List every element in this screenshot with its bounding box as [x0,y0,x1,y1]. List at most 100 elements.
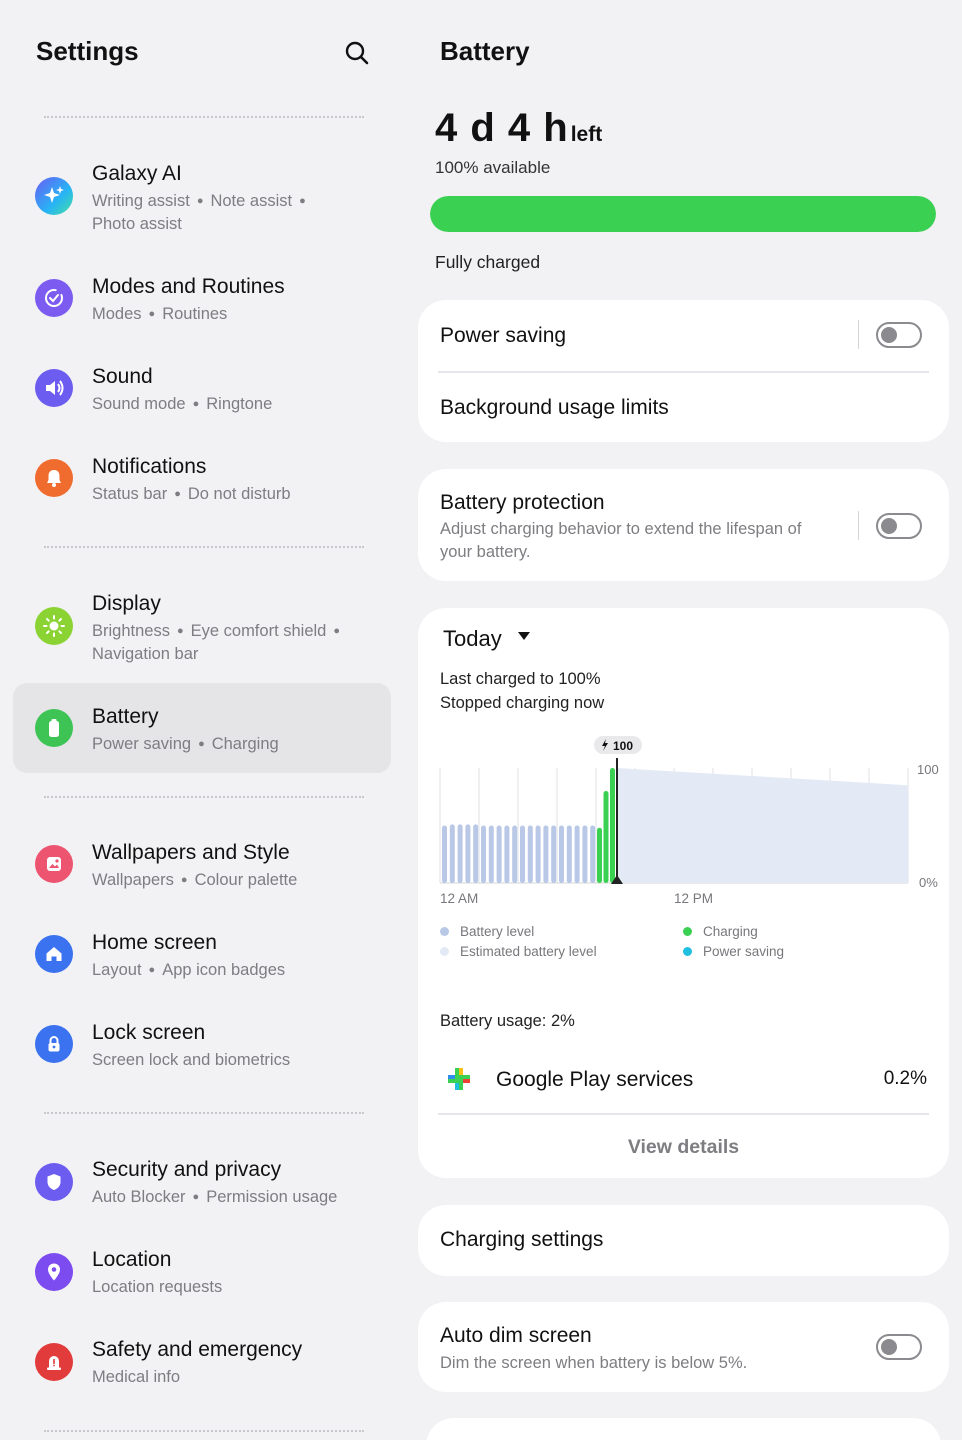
settings-item-lock-screen[interactable]: Lock screen Screen lock and biometrics [13,1010,391,1100]
settings-item-sound[interactable]: Sound Sound mode ● Ringtone [13,354,391,444]
battery-protection-sub: Adjust charging behavior to extend the l… [440,520,802,561]
charging-settings-card[interactable]: Charging settings [418,1205,949,1276]
battery-level-bar [481,825,486,883]
charging-settings-label: Charging settings [440,1228,604,1251]
settings-item-display[interactable]: Display Brightness ● Eye comfort shield ● Na… [13,580,391,670]
legend-dot [440,927,449,936]
search-button[interactable] [340,36,374,70]
item-subtitle: Layout ● App icon badges [92,961,286,979]
settings-item-galaxy-ai[interactable]: Galaxy AI Writing assist ● Note assist ● Pho… [13,150,391,240]
item-subtitle: Screen lock and biometrics [92,1051,291,1069]
settings-item-location[interactable]: Location Location requests [13,1237,391,1327]
settings-pane: Settings Galaxy AI Writing assist ● Note a… [0,0,405,1440]
google-play-services-icon [448,1068,470,1090]
lock-icon [35,1025,73,1063]
search-icon [345,41,369,65]
time-left-value: 4 d 4 h [435,106,569,150]
item-subtitle: Location requests [92,1278,223,1296]
y-tick-label: 100 [917,762,939,777]
battery-level-bar [535,825,541,883]
battery-level-bar [566,825,572,883]
settings-item-modes-routines[interactable]: Modes and Routines Modes ● Routines [13,264,391,354]
item-subtitle: Writing assist ● Note assist ● Photo assist [92,192,306,233]
row-divider [438,1113,929,1115]
battery-level-bar [582,825,588,883]
group-divider [44,1112,364,1114]
battery-level-bar [430,196,936,232]
legend-charging: Charging [683,924,758,939]
location-pin-icon [35,1253,73,1291]
item-subtitle: Power saving ● Charging [92,735,279,753]
battery-status: Fully charged [435,252,541,272]
settings-item-home-screen[interactable]: Home screen Layout ● App icon badges [13,920,391,1010]
toggle-separator [858,320,859,349]
next-card [426,1418,941,1440]
battery-time-left: 4 d 4 hleft [435,106,602,151]
bell-icon [35,459,73,497]
item-title: Location [92,1248,172,1271]
legend-dot [683,947,692,956]
battery-level-bar [527,825,533,883]
sound-icon [35,369,73,407]
item-title: Safety and emergency [92,1338,303,1361]
power-card: Power saving Background usage limits [418,300,949,442]
app-usage-percent: 0.2% [883,1068,927,1089]
app-usage-row[interactable]: Google Play services 0.2% [438,1054,929,1106]
settings-item-battery[interactable]: Battery Power saving ● Charging [13,683,391,773]
settings-item-notifications[interactable]: Notifications Status bar ● Do not disturb [13,444,391,534]
battery-level-bar [496,825,502,883]
battery-protection-card[interactable]: Battery protection Adjust charging behav… [418,469,949,581]
settings-title: Settings [36,36,139,66]
battery-usage-chart: 100 12 AM 12 PM 100 0% [439,736,939,906]
group-divider [44,796,364,798]
battery-level-bar [457,824,463,883]
battery-level-bar [512,825,518,883]
legend-dot [440,947,449,956]
battery-available: 100% available [435,158,551,177]
item-title: Notifications [92,455,207,478]
wallpaper-icon [35,845,73,883]
routines-icon [35,279,73,317]
battery-level-bar [543,825,549,883]
item-subtitle: Medical info [92,1368,181,1386]
power-saving-label[interactable]: Power saving [440,324,566,348]
item-subtitle: Brightness ● Eye comfort shield ● Navigation… [92,622,341,663]
settings-item-wallpapers[interactable]: Wallpapers and Style Wallpapers ● Colour p… [13,830,391,920]
legend-battery-level: Battery level [440,924,534,939]
toggle-separator [858,511,859,540]
item-title: Battery [92,705,159,728]
app-name: Google Play services [496,1068,694,1091]
item-subtitle: Sound mode ● Ringtone [92,395,273,413]
charge-marker-label: 100 [613,739,633,753]
settings-item-security-privacy[interactable]: Security and privacy Auto Blocker ● Permis… [13,1146,391,1236]
legend-dot [683,927,692,936]
battery-level-bar [504,825,510,883]
auto-dim-card[interactable]: Auto dim screen Dim the screen when batt… [418,1302,949,1392]
item-title: Modes and Routines [92,275,285,298]
group-divider [44,1430,364,1432]
time-left-suffix: left [570,123,603,146]
row-divider [438,371,929,373]
battery-level-bar [551,825,557,883]
item-subtitle: Modes ● Routines [92,305,228,323]
estimated-battery-area [617,768,908,883]
battery-protection-toggle[interactable] [876,513,922,539]
view-details-button[interactable]: View details [418,1136,949,1159]
settings-item-safety-emergency[interactable]: Safety and emergency Medical info [13,1327,391,1417]
battery-level-bar [465,824,471,883]
battery-level-bar [449,824,455,883]
x-tick-label: 12 AM [440,891,478,906]
charge-marker: 100 [594,736,642,754]
item-title: Lock screen [92,1021,206,1044]
auto-dim-toggle[interactable] [876,1334,922,1360]
power-saving-toggle[interactable] [876,322,922,348]
battery-level-bar [520,825,525,883]
y-tick-label: 0% [919,875,938,890]
shield-icon [35,1163,73,1201]
auto-dim-sub: Dim the screen when battery is below 5%. [440,1354,748,1372]
home-icon [35,935,73,973]
charging-stopped: Stopped charging now [440,694,605,712]
group-divider [44,546,364,548]
background-usage-limits[interactable]: Background usage limits [440,396,669,420]
battery-level-bar [574,825,580,883]
